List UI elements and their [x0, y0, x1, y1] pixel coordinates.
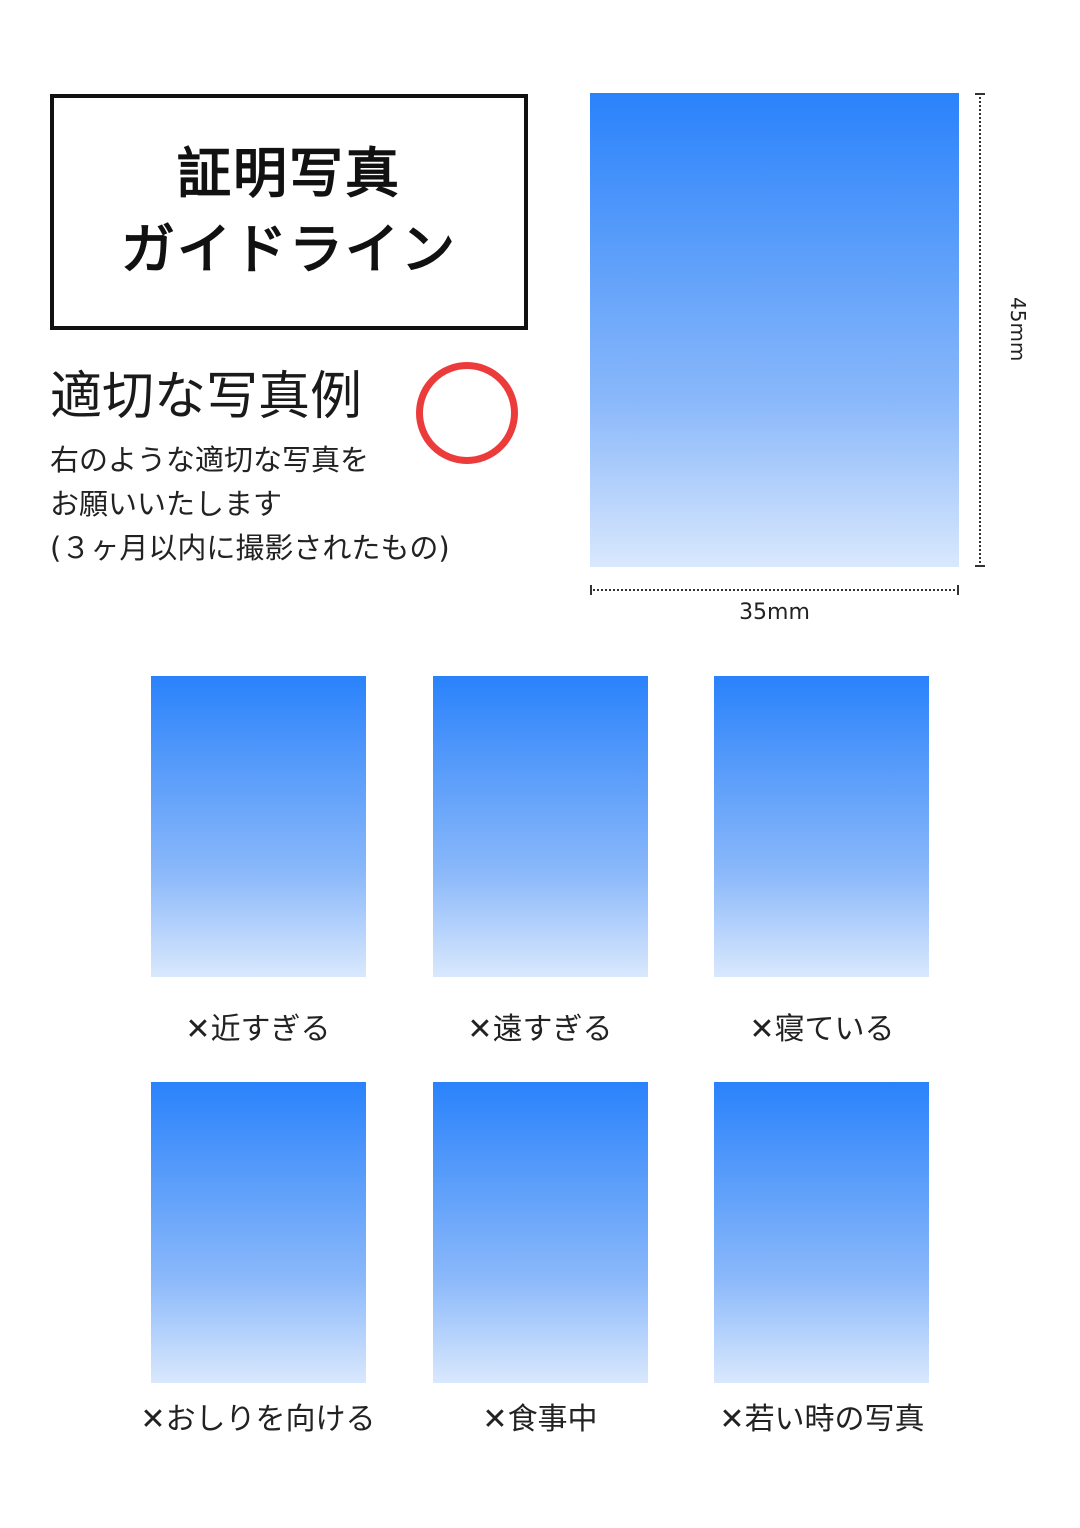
height-dimension-label: 45mm	[1006, 297, 1030, 362]
bad-example-label: ✕寝ている	[672, 1010, 972, 1050]
cross-icon: ✕	[140, 1402, 166, 1437]
bad-example-label: ✕若い時の写真	[672, 1400, 972, 1440]
height-dimension-line	[975, 93, 985, 567]
description-line-1: 右のような適切な写真を	[50, 443, 370, 477]
bad-example-text: 寝ている	[774, 1012, 895, 1047]
description-line-2: お願いいたします	[50, 487, 283, 521]
cross-icon: ✕	[719, 1402, 745, 1437]
bad-photo-placeholder	[151, 676, 366, 977]
width-dimension-line	[590, 585, 959, 595]
title-box: 証明写真 ガイドライン	[50, 94, 528, 330]
height-dimension-cap-top	[975, 93, 985, 95]
bad-example-label: ✕遠すぎる	[390, 1010, 690, 1050]
good-example-description: 右のような適切な写真を お願いいたします (３ヶ月以内に撮影されたもの)	[50, 438, 450, 570]
bad-example-text: 遠すぎる	[492, 1012, 613, 1047]
title-line-1: 証明写真	[177, 142, 401, 205]
width-dimension-label: 35mm	[739, 600, 810, 625]
bad-example-label: ✕おしりを向ける	[108, 1400, 408, 1440]
description-line-3: (３ヶ月以内に撮影されたもの)	[50, 531, 450, 565]
cross-icon: ✕	[749, 1012, 775, 1047]
bad-photo-placeholder	[714, 1082, 929, 1383]
cross-icon: ✕	[185, 1012, 211, 1047]
width-dimension-cap-left	[590, 585, 592, 595]
cross-icon: ✕	[467, 1012, 493, 1047]
bad-example-text: おしりを向ける	[165, 1402, 376, 1437]
bad-photo-placeholder	[714, 676, 929, 977]
good-example-heading: 適切な写真例	[50, 367, 363, 427]
bad-photo-placeholder	[151, 1082, 366, 1383]
bad-example-text: 近すぎる	[210, 1012, 331, 1047]
cross-icon: ✕	[482, 1402, 508, 1437]
bad-example-text: 食事中	[507, 1402, 598, 1437]
title-line-2: ガイドライン	[121, 218, 457, 281]
bad-example-label: ✕食事中	[390, 1400, 690, 1440]
good-photo-placeholder	[590, 93, 959, 567]
width-dimension-cap-right	[957, 585, 959, 595]
bad-photo-placeholder	[433, 1082, 648, 1383]
height-dimension-cap-bottom	[975, 565, 985, 567]
bad-example-label: ✕近すぎる	[108, 1010, 408, 1050]
bad-example-text: 若い時の写真	[744, 1402, 925, 1437]
bad-photo-placeholder	[433, 676, 648, 977]
